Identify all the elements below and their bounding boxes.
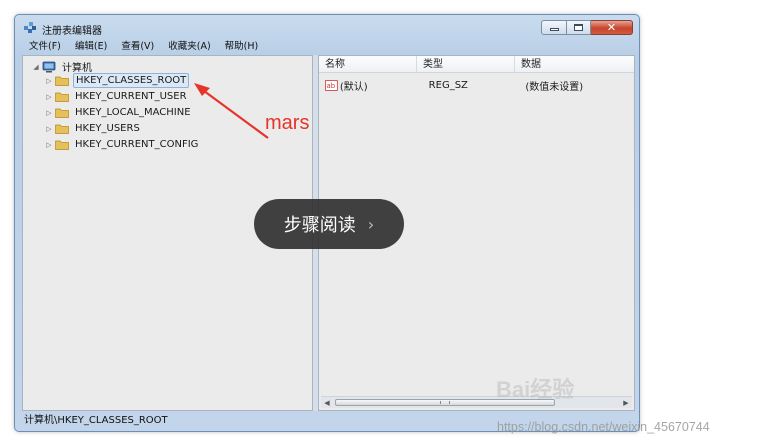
column-name-header[interactable]: 名称 bbox=[319, 56, 417, 72]
column-data-header[interactable]: 数据 bbox=[515, 56, 634, 72]
url-watermark: https://blog.csdn.net/weixin_45670744 bbox=[497, 420, 710, 434]
tree-item-hkcr[interactable]: ▷ HKEY_CLASSES_ROOT bbox=[45, 73, 190, 88]
expand-icon[interactable]: ▷ bbox=[45, 109, 53, 117]
baidu-watermark: Bai经验 bbox=[496, 377, 575, 402]
menu-bar: 文件(F) 编辑(E) 查看(V) 收藏夹(A) 帮助(H) bbox=[21, 39, 633, 55]
maximize-icon bbox=[574, 24, 583, 31]
minimize-button[interactable] bbox=[541, 20, 567, 35]
window-controls: ✕ bbox=[541, 20, 633, 35]
expand-icon[interactable]: ▷ bbox=[45, 93, 53, 101]
tree-item-label: HKEY_USERS bbox=[75, 123, 140, 134]
step-reading-label: 步骤阅读 bbox=[283, 215, 356, 236]
expand-icon[interactable]: ▷ bbox=[45, 125, 53, 133]
menu-edit[interactable]: 编辑(E) bbox=[67, 39, 113, 55]
menu-help[interactable]: 帮助(H) bbox=[217, 39, 265, 55]
horizontal-scrollbar[interactable]: ◀ ▶ bbox=[321, 396, 632, 408]
folder-icon bbox=[55, 108, 69, 118]
string-value-icon: ab bbox=[325, 80, 338, 91]
scroll-right-icon[interactable]: ▶ bbox=[620, 397, 632, 408]
step-reading-button[interactable]: 步骤阅读 › bbox=[254, 199, 404, 249]
value-data: (数值未设置) bbox=[525, 82, 584, 93]
tree-item-hku[interactable]: ▷ HKEY_USERS bbox=[45, 121, 142, 136]
annotation-text: mars bbox=[265, 112, 310, 134]
tree-item-label: HKEY_CLASSES_ROOT bbox=[73, 73, 190, 88]
menu-favorites[interactable]: 收藏夹(A) bbox=[160, 39, 216, 55]
tree-item-hklm[interactable]: ▷ HKEY_LOCAL_MACHINE bbox=[45, 105, 193, 120]
tree-item-label: HKEY_CURRENT_USER bbox=[75, 91, 187, 102]
folder-icon bbox=[55, 140, 69, 150]
collapse-icon[interactable]: ◢ bbox=[32, 63, 40, 71]
menu-view[interactable]: 查看(V) bbox=[113, 39, 160, 55]
minimize-icon bbox=[549, 28, 559, 31]
title-bar[interactable]: 注册表编辑器 ✕ bbox=[15, 15, 639, 39]
value-type: REG_SZ bbox=[428, 80, 468, 91]
value-name: (默认) bbox=[339, 82, 368, 93]
tree-item-label: HKEY_CURRENT_CONFIG bbox=[75, 139, 199, 150]
chevron-right-icon: › bbox=[367, 214, 375, 234]
computer-icon bbox=[42, 61, 56, 72]
folder-icon bbox=[55, 76, 69, 86]
window-title: 注册表编辑器 bbox=[42, 26, 102, 37]
registry-editor-icon bbox=[24, 22, 36, 33]
folder-icon bbox=[55, 124, 69, 134]
maximize-button[interactable] bbox=[567, 20, 591, 35]
scroll-left-icon[interactable]: ◀ bbox=[321, 397, 333, 408]
close-icon: ✕ bbox=[606, 21, 617, 34]
column-header: 名称 类型 数据 bbox=[319, 56, 634, 73]
expand-icon[interactable]: ▷ bbox=[45, 141, 53, 149]
tree-item-hkcu[interactable]: ▷ HKEY_CURRENT_USER bbox=[45, 89, 189, 104]
tree-item-hkcc[interactable]: ▷ HKEY_CURRENT_CONFIG bbox=[45, 137, 200, 152]
menu-file[interactable]: 文件(F) bbox=[21, 39, 67, 55]
value-row-default[interactable]: ab (默认) REG_SZ (数值未设置) bbox=[319, 78, 634, 93]
close-button[interactable]: ✕ bbox=[591, 20, 633, 35]
svg-text:ab: ab bbox=[326, 82, 335, 90]
tree-item-label: HKEY_LOCAL_MACHINE bbox=[75, 107, 191, 118]
expand-icon[interactable]: ▷ bbox=[45, 77, 53, 85]
folder-icon bbox=[55, 92, 69, 102]
column-type-header[interactable]: 类型 bbox=[417, 56, 515, 72]
grip-icon bbox=[440, 401, 450, 404]
tree-root[interactable]: ◢ 计算机 bbox=[32, 59, 94, 74]
